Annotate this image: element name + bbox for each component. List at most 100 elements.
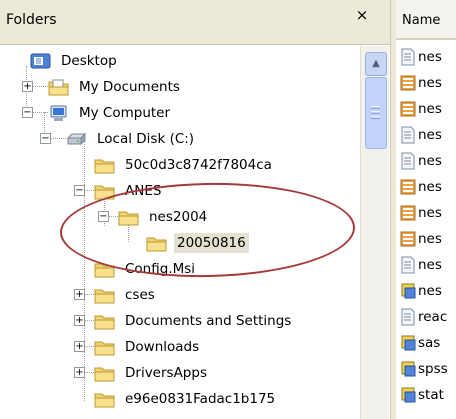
expander-nes2004[interactable]: −	[98, 211, 109, 222]
tree-connector	[109, 216, 118, 217]
file-name: nes	[418, 49, 442, 65]
tree-connector	[85, 346, 94, 347]
tree-item-desktop[interactable]: Desktop	[30, 48, 120, 74]
file-name: reac	[418, 309, 448, 325]
file-list-pane: Name nes nes nes nes nes nes nes nes nes nes reac s…	[396, 0, 456, 419]
scroll-up-button[interactable]: ▲	[365, 52, 387, 76]
close-folders-pane-button[interactable]: ×	[352, 6, 372, 30]
file-row[interactable]: nes	[400, 200, 442, 226]
folder-icon	[94, 365, 122, 382]
expander-my-computer[interactable]: −	[22, 107, 33, 118]
expander-cses[interactable]: +	[74, 289, 85, 300]
file-name: nes	[418, 257, 442, 273]
tree-item-anes[interactable]: ANES	[94, 178, 164, 204]
file-name: stat	[418, 387, 444, 403]
tree-item-label: ANES	[125, 183, 162, 199]
tree-item-my-documents[interactable]: My Documents	[48, 74, 183, 100]
local-disk-icon	[66, 131, 94, 148]
tree-item-downloads[interactable]: Downloads	[94, 334, 202, 360]
scroll-thumb[interactable]	[365, 77, 387, 149]
tree-item-label: cses	[125, 287, 155, 303]
my-documents-icon	[48, 79, 76, 96]
folder-icon	[94, 313, 122, 330]
folder-icon	[118, 209, 146, 226]
tree-item-my-computer[interactable]: My Computer	[48, 100, 173, 126]
tree-item-label: e96e0831Fadac1b175	[125, 391, 276, 407]
file-row[interactable]: nes	[400, 252, 442, 278]
file-name: nes	[418, 283, 442, 299]
tree-item-label: Config.Msi	[125, 261, 196, 277]
file-row[interactable]: nes	[400, 122, 442, 148]
tree-item-cses[interactable]: cses	[94, 282, 158, 308]
file-row[interactable]: nes	[400, 70, 442, 96]
file-row[interactable]: nes	[400, 174, 442, 200]
tree-item-label: Desktop	[61, 53, 117, 69]
file-name: nes	[418, 101, 442, 117]
file-name: nes	[418, 127, 442, 143]
tree-item-config-msi[interactable]: Config.Msi	[94, 256, 198, 282]
data-file-icon	[400, 204, 418, 222]
folder-icon	[94, 183, 122, 200]
folder-icon	[94, 261, 122, 278]
tree-item-label: 50c0d3c8742f7804ca	[125, 157, 272, 173]
tree-connector	[84, 141, 85, 401]
expander-anes[interactable]: −	[74, 185, 85, 196]
thumb-grip	[371, 116, 380, 119]
thumb-grip	[371, 111, 380, 114]
text-file-icon	[400, 152, 418, 170]
tree-item-label: Local Disk (C:)	[97, 131, 195, 147]
file-name: nes	[418, 205, 442, 221]
file-row[interactable]: nes	[400, 226, 442, 252]
folder-icon	[94, 157, 122, 174]
tree-item-label: My Documents	[79, 79, 180, 95]
tree-item-label: My Computer	[79, 105, 171, 121]
file-row[interactable]: nes	[400, 44, 442, 70]
file-name: spss	[418, 361, 448, 377]
tree-item-driversapps[interactable]: DriversApps	[94, 360, 210, 386]
file-row[interactable]: nes	[400, 278, 442, 304]
tree-item-partial[interactable]: e96e0831Fadac1b175	[94, 386, 278, 412]
expander-local-disk[interactable]: −	[40, 133, 51, 144]
expander-downloads[interactable]: +	[74, 341, 85, 352]
tree-item-nes2004[interactable]: nes2004	[118, 204, 210, 230]
data-file-icon	[400, 100, 418, 118]
file-row[interactable]: spss	[400, 356, 448, 382]
name-column-header[interactable]: Name	[396, 0, 456, 40]
tree-connector	[85, 320, 94, 321]
text-file-icon	[400, 126, 418, 144]
data-file-icon	[400, 230, 418, 248]
folder-icon	[94, 287, 122, 304]
desktop-icon	[30, 53, 58, 70]
expander-driversapps[interactable]: +	[74, 367, 85, 378]
tree-item-20050816[interactable]: 20050816	[146, 230, 249, 256]
vertical-scrollbar[interactable]: ▲	[360, 46, 389, 419]
file-name: nes	[418, 231, 442, 247]
tree-connector	[33, 86, 48, 87]
expander-docs-settings[interactable]: +	[74, 315, 85, 326]
tree-connector	[85, 294, 94, 295]
name-column-label: Name	[402, 13, 441, 28]
tree-connector	[85, 372, 94, 373]
folder-icon	[94, 339, 122, 356]
file-row[interactable]: sas	[400, 330, 440, 356]
tree-item-folder-50c0[interactable]: 50c0d3c8742f7804ca	[94, 152, 275, 178]
tree-connector	[33, 112, 48, 113]
program-file-icon	[400, 334, 418, 352]
file-row[interactable]: nes	[400, 96, 442, 122]
tree-item-label: nes2004	[149, 209, 208, 225]
data-file-icon	[400, 178, 418, 196]
text-file-icon	[400, 308, 418, 326]
folders-pane-title: Folders	[6, 12, 57, 28]
tree-item-docs-settings[interactable]: Documents and Settings	[94, 308, 294, 334]
file-name: sas	[418, 335, 441, 351]
file-row[interactable]: nes	[400, 148, 442, 174]
tree-item-local-disk[interactable]: Local Disk (C:)	[66, 126, 197, 152]
file-name: nes	[418, 179, 442, 195]
file-row[interactable]: reac	[400, 304, 447, 330]
thumb-grip	[371, 106, 380, 109]
file-row[interactable]: stat	[400, 382, 444, 408]
folders-pane: Folders × Desktop + My Documents − My Comput…	[0, 0, 390, 419]
data-file-icon	[400, 74, 418, 92]
expander-my-documents[interactable]: +	[22, 81, 33, 92]
tree-connector	[85, 190, 94, 191]
